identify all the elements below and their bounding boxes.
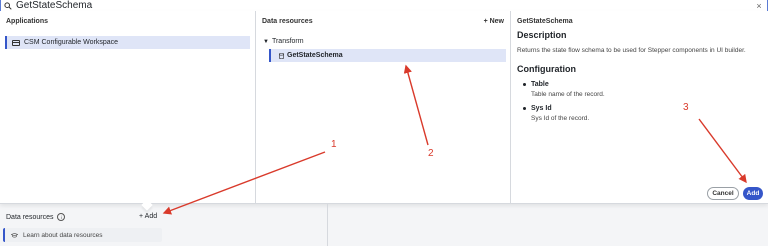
description-text: Returns the state flow schema to be used… xyxy=(517,47,746,54)
field-description: Table name of the record. xyxy=(531,91,605,98)
tree-item-getstateschema[interactable]: GetStateSchema xyxy=(269,49,506,62)
field-name: Table xyxy=(531,81,549,88)
config-field-sys-id: Sys Id Sys Id of the record. xyxy=(523,105,762,122)
learn-label: Learn about data resources xyxy=(23,231,103,239)
details-title: GetStateSchema xyxy=(517,17,573,25)
data-resource-picker: Applications CSM Configurable Workspace … xyxy=(0,11,768,204)
database-icon xyxy=(279,52,284,59)
data-resources-title: Data resources xyxy=(262,17,313,25)
description-heading: Description xyxy=(517,30,567,40)
divider xyxy=(327,204,328,246)
graduation-cap-icon xyxy=(11,232,18,238)
new-button[interactable]: + New xyxy=(484,18,504,25)
field-name: Sys Id xyxy=(531,105,552,112)
data-resources-section-title: Data resources xyxy=(6,213,54,221)
search-icon xyxy=(3,1,13,11)
data-resources-header: Data resources + New xyxy=(256,11,510,31)
clear-icon[interactable]: × xyxy=(753,1,765,11)
data-resources-column: Data resources + New ▼ Transform GetStat… xyxy=(256,11,511,203)
annotation-label-1: 1 xyxy=(331,139,337,150)
tree-node-transform[interactable]: ▼ Transform xyxy=(263,38,304,45)
configuration-heading: Configuration xyxy=(517,64,576,74)
annotation-label-2: 2 xyxy=(428,148,434,159)
field-description: Sys Id of the record. xyxy=(531,115,590,122)
search-input[interactable] xyxy=(13,0,753,11)
bullet-icon xyxy=(523,83,526,86)
workspace-icon xyxy=(12,39,20,46)
applications-header: Applications xyxy=(0,11,255,31)
caret-down-icon[interactable]: ▼ xyxy=(263,39,269,45)
details-header: GetStateSchema xyxy=(511,11,768,31)
info-icon[interactable]: i xyxy=(57,213,66,221)
tree-item-label: GetStateSchema xyxy=(287,52,343,59)
learn-about-data-resources-link[interactable]: Learn about data resources xyxy=(3,228,162,242)
config-field-table: Table Table name of the record. xyxy=(523,81,762,98)
annotation-label-3: 3 xyxy=(683,102,689,113)
tree-node-label: Transform xyxy=(271,38,304,45)
application-item-csm[interactable]: CSM Configurable Workspace xyxy=(5,36,250,49)
bullet-icon xyxy=(523,107,526,110)
add-data-resource-button[interactable]: + Add xyxy=(139,213,157,220)
data-resources-section-header: Data resources i xyxy=(6,213,66,221)
add-button[interactable]: Add xyxy=(743,187,763,200)
applications-column: Applications CSM Configurable Workspace xyxy=(0,11,256,203)
cancel-button[interactable]: Cancel xyxy=(707,187,739,200)
details-column: GetStateSchema Description Returns the s… xyxy=(511,11,768,203)
application-item-label: CSM Configurable Workspace xyxy=(24,39,119,46)
applications-title: Applications xyxy=(6,17,49,25)
details-body: Description Returns the state flow schem… xyxy=(511,30,768,122)
